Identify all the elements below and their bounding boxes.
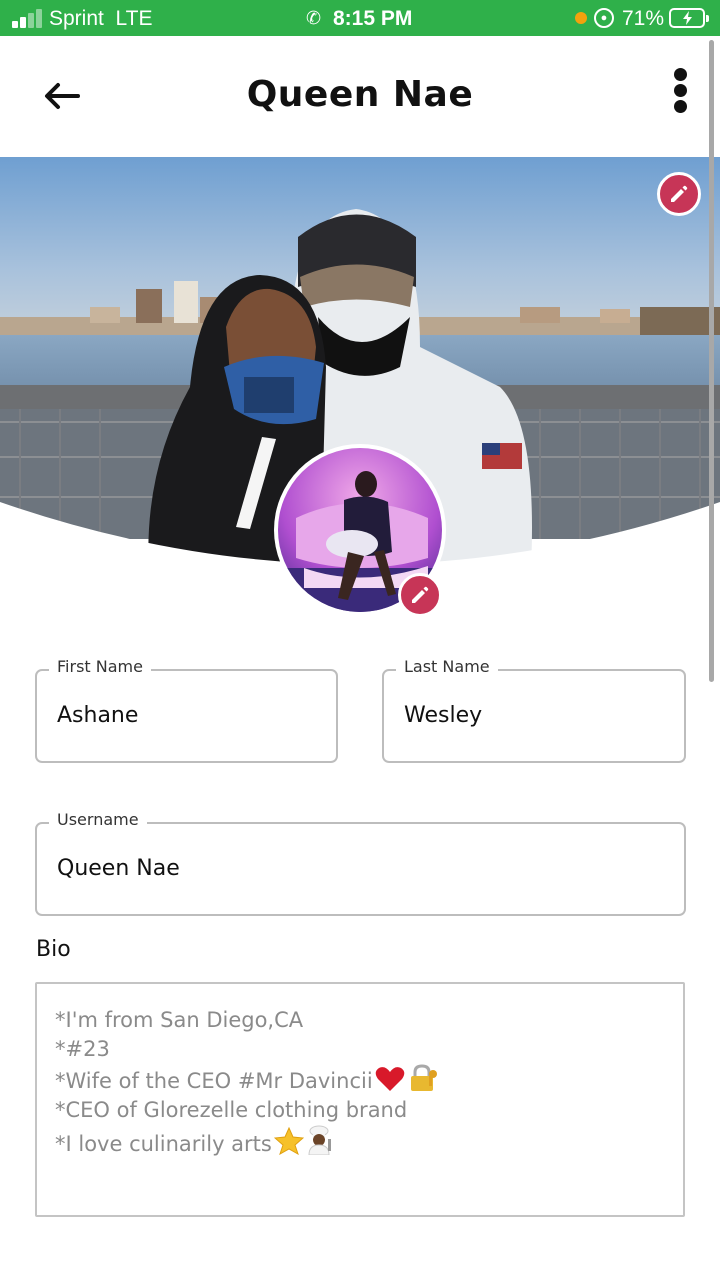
pencil-icon <box>412 586 429 603</box>
star-icon <box>273 1127 304 1155</box>
heart-icon <box>375 1067 404 1091</box>
last-name-value: Wesley <box>404 703 483 728</box>
bio-label: Bio <box>36 937 71 962</box>
last-name-label: Last Name <box>396 657 498 676</box>
edit-avatar-button[interactable] <box>398 573 442 617</box>
more-options-button[interactable] <box>664 68 698 116</box>
scrollbar[interactable] <box>709 40 714 682</box>
first-name-value: Ashane <box>57 703 139 728</box>
battery-percent: 71% <box>622 7 665 30</box>
bio-line: *Wife of the CEO #Mr Davincii <box>55 1064 665 1096</box>
bio-line: *I'm from San Diego,CA <box>55 1008 304 1032</box>
phone-icon: ✆ <box>306 8 322 28</box>
app-header: Queen Nae <box>0 36 720 156</box>
rotation-lock-icon: ● <box>594 8 614 28</box>
signal-icon <box>12 9 44 28</box>
username-value: Queen Nae <box>57 856 180 881</box>
first-name-label: First Name <box>49 657 151 676</box>
more-vertical-icon <box>674 68 687 81</box>
last-name-field[interactable]: Last Name Wesley <box>382 657 686 763</box>
first-name-field[interactable]: First Name Ashane <box>35 657 338 763</box>
bio-textarea[interactable]: *I'm from San Diego,CA *#23 *Wife of the… <box>35 982 685 1217</box>
pencil-icon <box>671 185 688 202</box>
bio-line: *#23 <box>55 1037 110 1061</box>
lock-with-key-icon <box>410 1064 437 1091</box>
cook-icon <box>308 1125 331 1155</box>
username-label: Username <box>49 810 147 829</box>
carrier-label: Sprint LTE <box>49 7 153 30</box>
battery-charging-icon <box>669 8 709 28</box>
username-field[interactable]: Username Queen Nae <box>35 810 686 916</box>
bio-line: *I love culinarily arts <box>55 1125 665 1159</box>
bio-line: *CEO of Glorezelle clothing brand <box>55 1098 408 1122</box>
status-time: 8:15 PM <box>333 7 413 30</box>
edit-cover-button[interactable] <box>657 172 701 216</box>
privacy-dot-icon <box>575 12 587 24</box>
status-bar: Sprint LTE ✆ 8:15 PM ● 71% <box>0 0 720 36</box>
page-title: Queen Nae <box>246 74 474 115</box>
